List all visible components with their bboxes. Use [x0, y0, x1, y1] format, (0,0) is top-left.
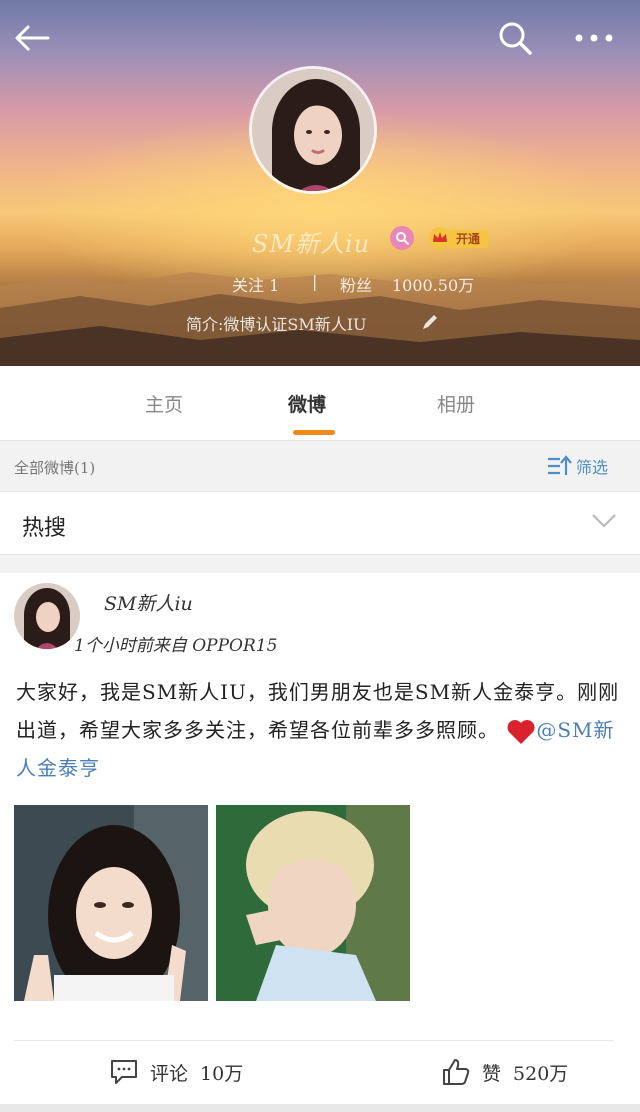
section-gap	[0, 555, 640, 573]
comment-count: 10万	[200, 1062, 244, 1085]
chevron-down-icon	[592, 514, 616, 528]
post-text: 大家好，我是SM新人IU，我们男朋友也是SM新人金泰亨。刚刚出道，希望大家多多关…	[16, 673, 620, 787]
photo-image	[14, 805, 208, 1001]
fans-label[interactable]: 粉丝	[340, 272, 372, 296]
fans-count[interactable]: 1000.50万	[392, 272, 474, 296]
avatar-portrait-image	[14, 583, 80, 649]
like-button[interactable]: 赞 520万	[442, 1055, 568, 1089]
post-photo-2[interactable]	[216, 805, 410, 1001]
filter-icon	[548, 455, 572, 475]
profile-avatar[interactable]	[249, 66, 377, 194]
more-button[interactable]	[574, 18, 614, 58]
filter-button[interactable]: 筛选	[546, 453, 608, 479]
search-icon	[396, 232, 409, 245]
comment-label: 评论	[150, 1062, 189, 1085]
follow-count[interactable]: 关注 1	[232, 272, 279, 296]
comment-icon	[111, 1060, 137, 1084]
arrow-left-icon	[15, 25, 50, 51]
more-dots-icon	[575, 34, 613, 42]
weibo-post: SM新人iu 1个小时前来自 OPPOR15 大家好，我是SM新人IU，我们男朋…	[0, 573, 640, 1112]
search-button[interactable]	[495, 18, 535, 58]
mountain-backdrop	[0, 272, 640, 366]
name-row: SM新人iu 开通	[0, 222, 640, 258]
thumbs-up-icon	[443, 1059, 470, 1085]
filter-bar: 全部微博(1) 筛选	[0, 441, 640, 492]
profile-cover: SM新人iu 开通 关注 1 | 粉丝 1000.50万 简介:微博认证SM新人…	[0, 0, 640, 366]
vip-open-button[interactable]: 开通	[428, 226, 488, 250]
pencil-icon[interactable]	[420, 312, 440, 332]
profile-name: SM新人iu	[252, 230, 371, 258]
profile-tabs: 主页 微博 相册	[0, 366, 640, 441]
search-icon	[499, 22, 532, 55]
avatar-portrait-image	[252, 69, 374, 191]
profile-bio: 简介:微博认证SM新人IU	[186, 315, 367, 334]
vip-label: 开通	[448, 230, 488, 248]
back-button[interactable]	[12, 18, 52, 58]
stats-separator: |	[312, 272, 318, 291]
post-divider	[14, 1040, 614, 1041]
post-photo-1[interactable]	[14, 805, 208, 1001]
tab-weibo[interactable]: 微博	[288, 390, 326, 417]
all-posts-label[interactable]: 全部微博(1)	[14, 457, 95, 478]
tab-album[interactable]: 相册	[437, 390, 475, 417]
post-author-name[interactable]: SM新人iu	[104, 589, 193, 616]
like-label: 赞	[482, 1062, 502, 1085]
photo-image	[216, 805, 410, 1001]
active-tab-indicator	[293, 430, 335, 435]
filter-button-label: 筛选	[576, 458, 609, 477]
profile-search-badge[interactable]	[390, 226, 414, 250]
heart-icon	[507, 719, 535, 744]
like-count: 520万	[513, 1062, 569, 1085]
tab-home[interactable]: 主页	[145, 390, 183, 417]
comment-button[interactable]: 评论 10万	[110, 1055, 243, 1089]
hot-search-row[interactable]: 热搜	[0, 492, 640, 555]
post-meta: 1个小时前来自 OPPOR15	[74, 636, 278, 656]
profile-stats: 关注 1 | 粉丝 1000.50万	[0, 272, 640, 298]
post-author-avatar[interactable]	[14, 583, 80, 649]
hot-search-title: 热搜	[22, 516, 67, 541]
bottom-edge	[0, 1104, 640, 1112]
